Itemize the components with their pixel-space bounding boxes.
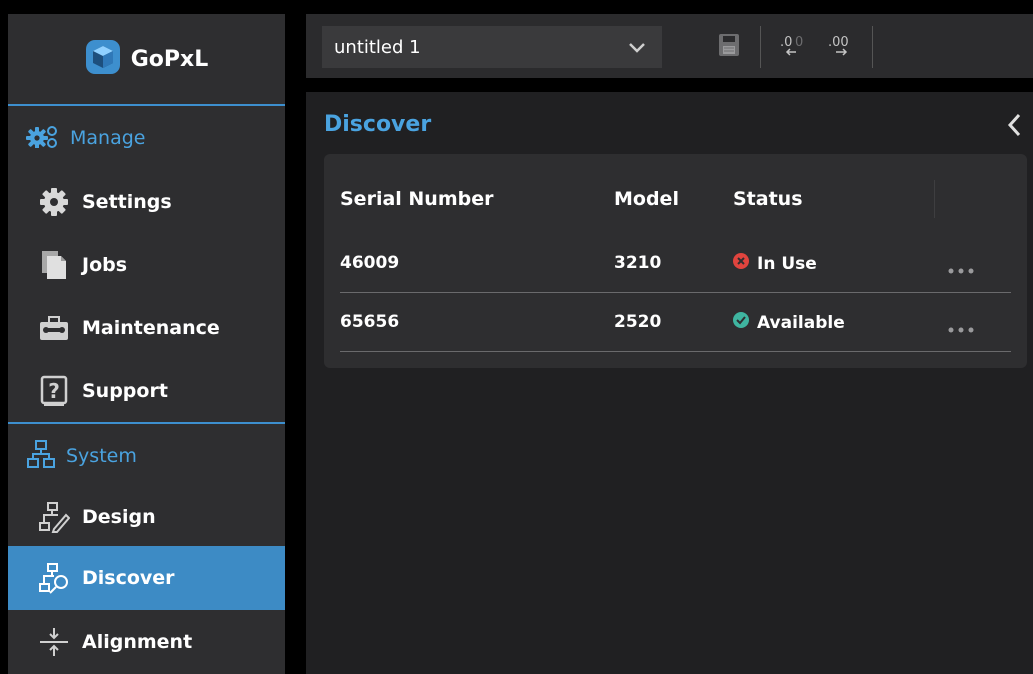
table-row[interactable]: 46009 3210 In Use [340, 234, 1011, 292]
svg-text:.0: .0 [780, 35, 792, 50]
sidebar-item-label: Design [82, 506, 156, 528]
error-status-icon [733, 253, 749, 274]
svg-text:?: ? [48, 379, 60, 403]
sidebar-item-label: Jobs [82, 253, 128, 276]
row-divider [340, 351, 1011, 352]
increase-decimal-icon[interactable]: .00 [826, 32, 856, 62]
svg-text:.00: .00 [828, 35, 849, 50]
more-options-icon[interactable] [946, 260, 976, 279]
section-title: System [66, 445, 137, 467]
toolbox-icon [38, 312, 70, 344]
status-text: In Use [757, 253, 817, 274]
model-cell: 2520 [614, 312, 662, 332]
section-manage: Manage [8, 106, 285, 170]
decrease-decimal-icon[interactable]: .0 0 [778, 32, 808, 62]
column-header-serial[interactable]: Serial Number [340, 188, 493, 210]
discover-table: Serial Number Model Status 46009 3210 In… [324, 154, 1027, 368]
status-text: Available [757, 312, 845, 333]
network-icon [26, 439, 56, 474]
job-select-value: untitled 1 [334, 36, 421, 58]
sidebar-item-label: Maintenance [82, 316, 220, 339]
app-logo: GoPxL [8, 14, 285, 106]
chevron-down-icon[interactable] [626, 36, 648, 63]
gears-icon [26, 124, 60, 153]
gear-icon [38, 186, 70, 218]
alignment-icon [38, 626, 70, 658]
document-icon [38, 249, 70, 281]
serial-number-cell: 65656 [340, 312, 400, 332]
column-header-model[interactable]: Model [614, 188, 679, 210]
svg-text:0: 0 [795, 35, 803, 50]
sidebar-item-discover[interactable]: Discover [8, 546, 285, 610]
toolbar-divider [872, 26, 873, 68]
section-system: System [8, 424, 285, 488]
more-options-icon[interactable] [946, 319, 976, 338]
gopxl-logo-icon [85, 39, 121, 79]
serial-number-cell: 46009 [340, 253, 400, 273]
status-cell: In Use [733, 253, 817, 274]
column-divider [934, 180, 935, 218]
save-icon[interactable] [718, 32, 740, 62]
design-network-icon [38, 501, 70, 533]
sidebar-item-maintenance[interactable]: Maintenance [8, 296, 285, 359]
chevron-left-icon[interactable] [1005, 112, 1025, 142]
app-name: GoPxL [130, 46, 209, 72]
check-status-icon [733, 312, 749, 333]
sidebar-item-jobs[interactable]: Jobs [8, 233, 285, 296]
sidebar-item-design[interactable]: Design [8, 488, 285, 546]
sidebar-item-label: Alignment [82, 630, 193, 653]
discover-network-icon [38, 562, 70, 594]
job-select[interactable]: untitled 1 [322, 26, 662, 68]
toolbar-divider [760, 26, 761, 68]
help-icon: ? [38, 375, 70, 407]
section-title: Manage [70, 127, 146, 149]
model-cell: 3210 [614, 253, 662, 273]
toolbar: untitled 1 .0 0 .00 [306, 14, 1033, 78]
column-header-status[interactable]: Status [733, 188, 803, 210]
sidebar-item-label: Support [82, 379, 168, 402]
sidebar-item-label: Settings [82, 190, 172, 213]
sidebar-item-settings[interactable]: Settings [8, 170, 285, 233]
sidebar-item-alignment[interactable]: Alignment [8, 610, 285, 673]
status-cell: Available [733, 312, 845, 333]
table-row[interactable]: 65656 2520 Available [340, 293, 1011, 351]
sidebar: GoPxL Manage Settings Jobs Maintenance ?… [8, 14, 285, 674]
page-title: Discover [324, 112, 432, 137]
sidebar-item-label: Discover [82, 567, 175, 589]
discover-panel: Discover Serial Number Model Status 4600… [306, 92, 1033, 674]
sidebar-item-support[interactable]: ? Support [8, 359, 285, 422]
